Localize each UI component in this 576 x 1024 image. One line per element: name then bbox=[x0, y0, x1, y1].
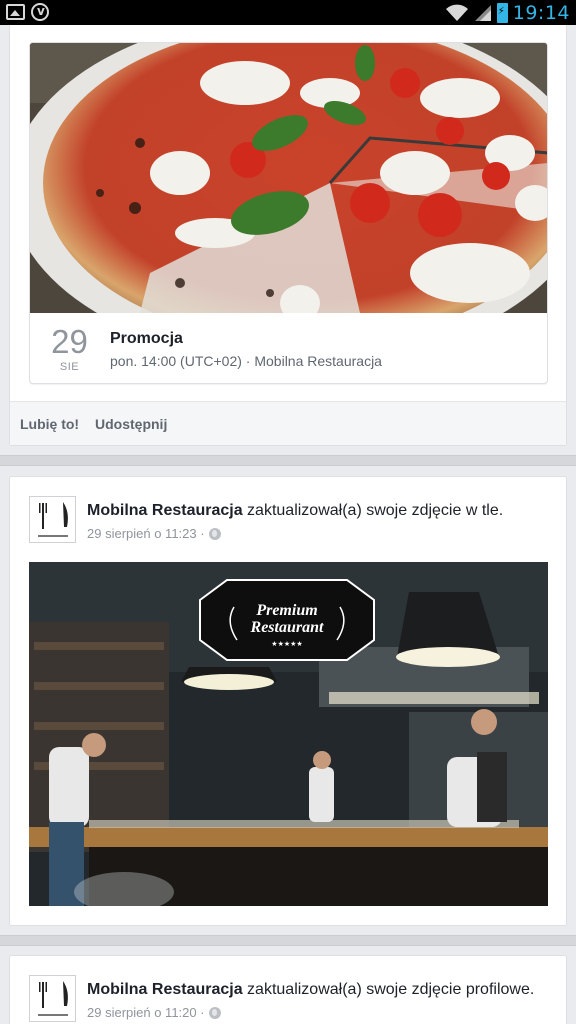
event-month: SIE bbox=[59, 361, 80, 373]
signal-icon bbox=[474, 4, 491, 21]
post-card: Mobilna Restauracja zaktualizował(a) swo… bbox=[9, 955, 567, 1024]
event-cover-image[interactable] bbox=[30, 43, 547, 313]
logo-line1: Premium bbox=[255, 602, 317, 619]
post-headline: Mobilna Restauracja zaktualizował(a) swo… bbox=[87, 502, 503, 520]
event-card: 29 SIE Promocja pon. 14:00 (UTC+02) · Mo… bbox=[9, 25, 567, 446]
battery-charging-icon bbox=[496, 2, 508, 23]
cover-photo[interactable]: Premium Restaurant ★★★★★ bbox=[29, 562, 548, 906]
post-actions: Lubię to! Udostępnij bbox=[10, 401, 566, 445]
event-day: 29 bbox=[51, 323, 88, 360]
post-headline: Mobilna Restauracja zaktualizował(a) swo… bbox=[87, 981, 534, 999]
post-action-text: zaktualizował(a) swoje zdjęcie w tle. bbox=[242, 502, 504, 519]
avatar[interactable] bbox=[29, 496, 76, 543]
event-attachment[interactable]: 29 SIE Promocja pon. 14:00 (UTC+02) · Mo… bbox=[29, 42, 548, 384]
wifi-icon bbox=[445, 4, 468, 21]
status-bar: 19:14 bbox=[0, 0, 576, 25]
post-timestamp[interactable]: 29 sierpień o 11:20 · bbox=[87, 1005, 205, 1020]
clock-time: 19:14 bbox=[512, 1, 570, 24]
post-timestamp[interactable]: 29 sierpień o 11:23 · bbox=[87, 526, 205, 541]
post-action-text: zaktualizował(a) swoje zdjęcie profilowe… bbox=[242, 981, 535, 998]
logo-line2: Restaurant bbox=[250, 619, 324, 636]
author-name[interactable]: Mobilna Restauracja bbox=[87, 981, 243, 998]
globe-icon bbox=[208, 1006, 221, 1019]
logo-stars: ★★★★★ bbox=[271, 640, 302, 648]
shield-icon bbox=[31, 3, 49, 21]
author-name[interactable]: Mobilna Restauracja bbox=[87, 502, 243, 519]
post-meta: 29 sierpień o 11:23 · bbox=[87, 526, 221, 541]
event-date: 29 SIE bbox=[30, 313, 109, 383]
picture-icon bbox=[6, 4, 25, 20]
event-title[interactable]: Promocja bbox=[110, 330, 183, 348]
feed-separator bbox=[0, 935, 576, 946]
like-button[interactable]: Lubię to! bbox=[20, 416, 79, 432]
notification-icons bbox=[6, 3, 49, 22]
feed-separator bbox=[0, 455, 576, 466]
event-details: pon. 14:00 (UTC+02) · Mobilna Restauracj… bbox=[110, 353, 382, 369]
globe-icon bbox=[208, 527, 221, 540]
avatar[interactable] bbox=[29, 975, 76, 1022]
share-button[interactable]: Udostępnij bbox=[95, 416, 167, 432]
post-meta: 29 sierpień o 11:20 · bbox=[87, 1005, 221, 1020]
post-card: Mobilna Restauracja zaktualizował(a) swo… bbox=[9, 476, 567, 926]
